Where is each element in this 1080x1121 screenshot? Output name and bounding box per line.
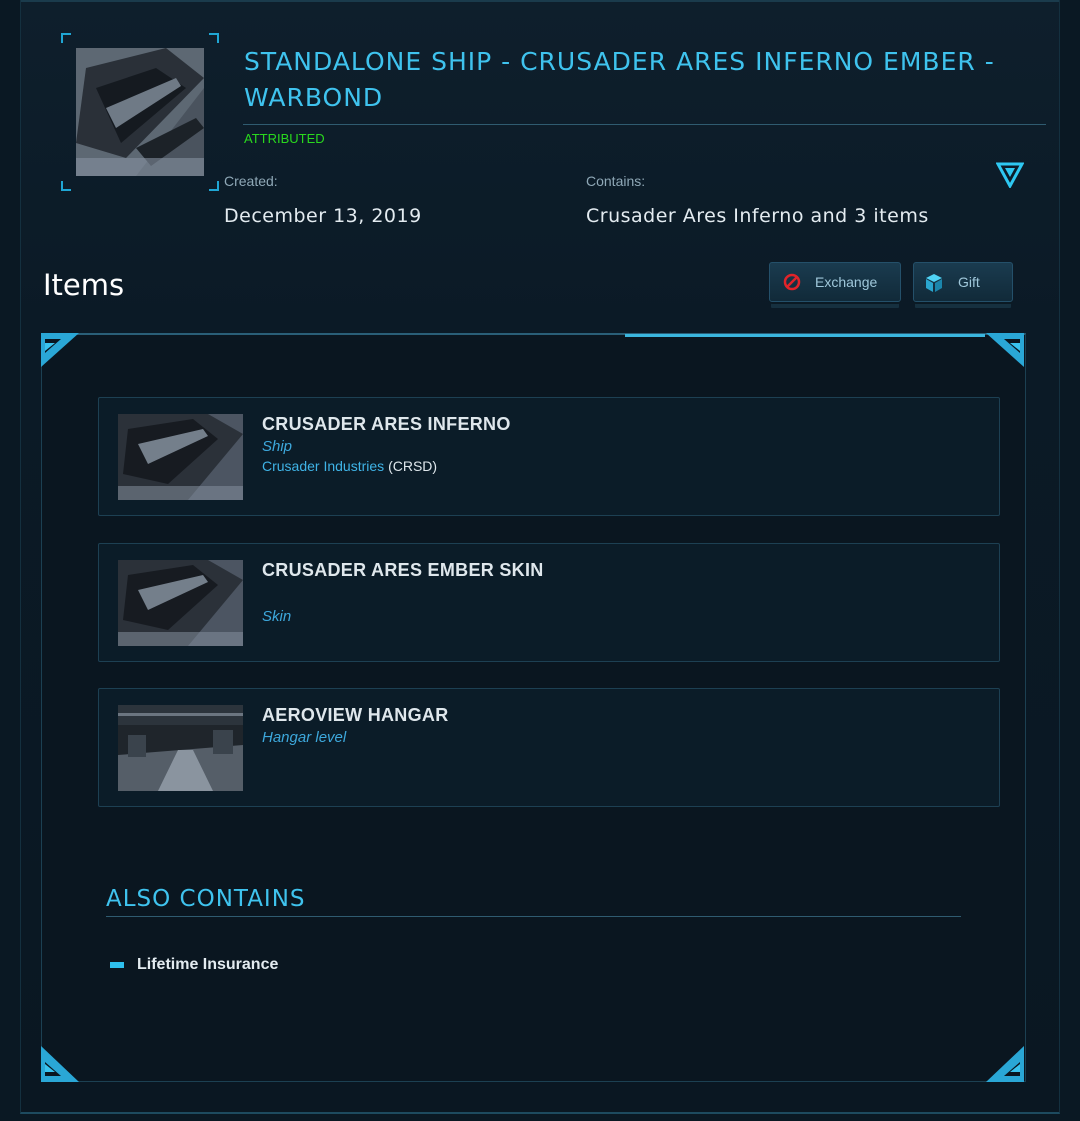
gift-button[interactable]: Gift (913, 262, 1013, 302)
panel-corner-ornament (41, 333, 79, 367)
created-value: December 13, 2019 (224, 205, 422, 227)
item-type: Hangar level (262, 729, 347, 746)
status-badge: ATTRIBUTED (244, 131, 325, 146)
panel-corner-ornament (986, 1046, 1024, 1082)
contains-value: Crusader Ares Inferno and 3 items (586, 205, 929, 227)
ship-image (76, 48, 204, 176)
also-contains-item: Lifetime Insurance (137, 956, 279, 973)
created-label: Created: (224, 173, 278, 189)
panel-corner-ornament (986, 333, 1024, 367)
exchange-label: Exchange (815, 274, 878, 290)
pledge-title: STANDALONE SHIP - CRUSADER ARES INFERNO … (244, 47, 995, 112)
gift-label: Gift (958, 274, 980, 290)
pledge-thumbnail (61, 33, 219, 191)
also-contains-divider (106, 916, 961, 917)
bullet-icon (110, 962, 124, 968)
item-name: CRUSADER ARES EMBER SKIN (262, 560, 544, 580)
manufacturer-name: Crusader Industries (262, 458, 385, 474)
frame-corner (61, 181, 71, 191)
list-item[interactable]: CRUSADER ARES INFERNO Ship Crusader Indu… (98, 397, 1000, 516)
frame-corner (209, 33, 219, 43)
item-type: Ship (262, 438, 293, 455)
panel-accent-bar (625, 334, 985, 337)
exchange-button[interactable]: Exchange (769, 262, 901, 302)
items-heading: Items (43, 268, 125, 302)
gift-cube-icon (924, 273, 942, 292)
title-divider (243, 124, 1046, 125)
item-image (118, 414, 243, 500)
item-name: CRUSADER ARES INFERNO (262, 414, 511, 434)
exchange-prohibited-icon (783, 273, 801, 291)
contains-label: Contains: (586, 173, 646, 189)
item-name: AEROVIEW HANGAR (262, 705, 449, 725)
list-item[interactable]: CRUSADER ARES EMBER SKIN Skin (98, 543, 1000, 662)
frame-corner (209, 181, 219, 191)
item-type: Skin (262, 608, 292, 625)
also-contains-heading: ALSO CONTAINS (106, 886, 306, 912)
item-image (118, 560, 243, 646)
list-item[interactable]: AEROVIEW HANGAR Hangar level (98, 688, 1000, 807)
toggle-triangle-icon[interactable] (995, 162, 1025, 190)
panel-corner-ornament (41, 1046, 79, 1082)
manufacturer-code: (CRSD) (388, 458, 438, 474)
item-image (118, 705, 243, 791)
ship-illustration (76, 48, 204, 176)
item-manufacturer: Crusader Industries (CRSD) (262, 458, 437, 474)
frame-corner (61, 33, 71, 43)
